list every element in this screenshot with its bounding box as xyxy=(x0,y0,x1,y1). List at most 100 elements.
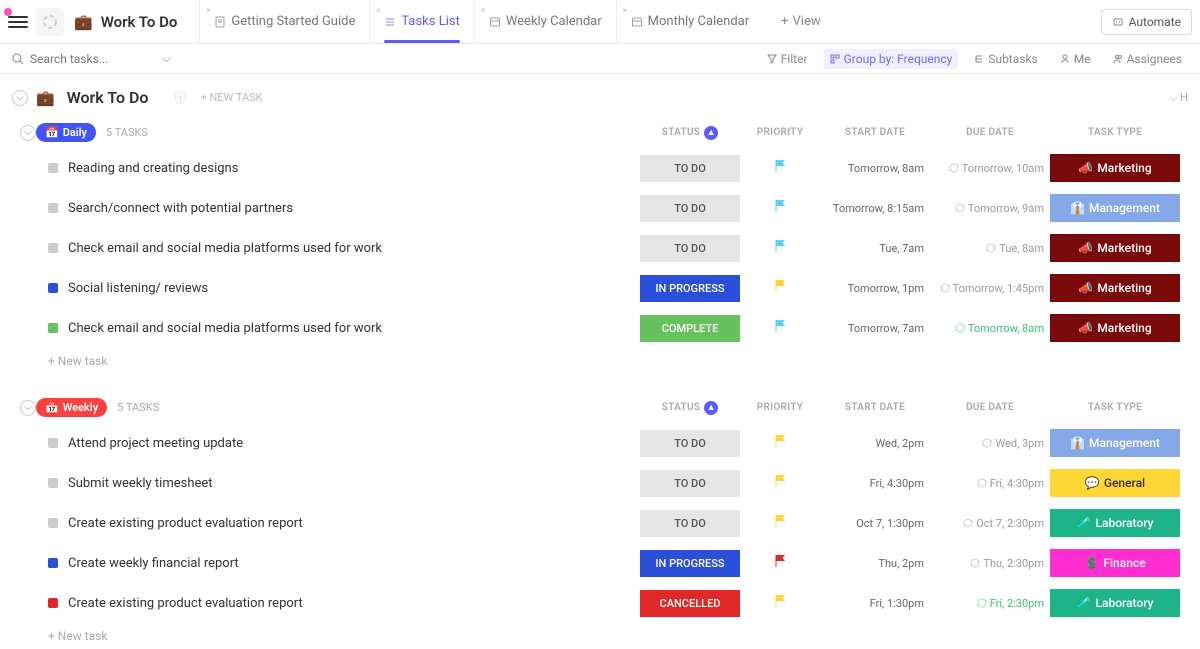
due-date-cell[interactable]: Tomorrow, 8am xyxy=(930,322,1050,335)
task-row[interactable]: Submit weekly timesheetTO DO Fri, 4:30pmF… xyxy=(0,463,1200,503)
task-type-cell[interactable]: 🧪Laboratory xyxy=(1050,589,1180,617)
add-task-button[interactable]: + New task xyxy=(0,348,1200,374)
start-date-cell[interactable]: Tomorrow, 1pm xyxy=(820,282,930,295)
collapse-all-button[interactable]: ⌵ xyxy=(12,90,28,106)
status-cell[interactable]: IN PROGRESS xyxy=(640,550,740,577)
collapse-group-button[interactable]: ⌵ xyxy=(20,125,36,141)
task-row[interactable]: Reading and creating designsTO DO Tomorro… xyxy=(0,148,1200,188)
priority-cell[interactable] xyxy=(740,594,820,612)
task-name[interactable]: Reading and creating designs xyxy=(68,161,640,176)
group-chip[interactable]: 📅Weekly xyxy=(36,398,107,417)
priority-cell[interactable] xyxy=(740,554,820,572)
due-date-cell[interactable]: Tomorrow, 9am xyxy=(930,202,1050,215)
automate-button[interactable]: Automate xyxy=(1101,9,1192,35)
task-name[interactable]: Create existing product evaluation repor… xyxy=(68,596,640,611)
task-type-cell[interactable]: 💬General xyxy=(1050,469,1180,497)
task-name[interactable]: Social listening/ reviews xyxy=(68,281,640,296)
task-name[interactable]: Create existing product evaluation repor… xyxy=(68,516,640,531)
priority-cell[interactable] xyxy=(740,159,820,177)
col-priority[interactable]: PRIORITY xyxy=(740,127,820,138)
task-type-cell[interactable]: 📣Marketing xyxy=(1050,314,1180,342)
me-button[interactable]: Me xyxy=(1054,49,1097,69)
priority-cell[interactable] xyxy=(740,199,820,217)
status-cell[interactable]: TO DO xyxy=(640,510,740,537)
col-type[interactable]: TASK TYPE xyxy=(1050,127,1180,138)
start-date-cell[interactable]: Thu, 2pm xyxy=(820,557,930,570)
col-start[interactable]: START DATE xyxy=(820,127,930,138)
new-task-button[interactable]: + NEW TASK xyxy=(200,91,262,104)
hide-column-button[interactable]: ⌵ H xyxy=(1169,91,1188,105)
collapse-group-button[interactable]: ⌵ xyxy=(20,400,36,416)
task-row[interactable]: Create existing product evaluation repor… xyxy=(0,583,1200,623)
start-date-cell[interactable]: Oct 7, 1:30pm xyxy=(820,517,930,530)
task-type-cell[interactable]: 👔Management xyxy=(1050,194,1180,222)
due-date-cell[interactable]: Oct 7, 2:30pm xyxy=(930,517,1050,530)
due-date-cell[interactable]: Wed, 3pm xyxy=(930,437,1050,450)
col-type[interactable]: TASK TYPE xyxy=(1050,402,1180,413)
col-due[interactable]: DUE DATE xyxy=(930,127,1050,138)
start-date-cell[interactable]: Fri, 4:30pm xyxy=(820,477,930,490)
filter-button[interactable]: Filter xyxy=(761,49,814,69)
assignees-button[interactable]: Assignees xyxy=(1107,49,1188,69)
start-date-cell[interactable]: Tomorrow, 8:15am xyxy=(820,202,930,215)
status-cell[interactable]: TO DO xyxy=(640,430,740,457)
task-type-cell[interactable]: 💲Finance xyxy=(1050,549,1180,577)
priority-cell[interactable] xyxy=(740,319,820,337)
start-date-cell[interactable]: Tue, 7am xyxy=(820,242,930,255)
priority-cell[interactable] xyxy=(740,474,820,492)
start-date-cell[interactable]: Fri, 1:30pm xyxy=(820,597,930,610)
subtasks-button[interactable]: Subtasks xyxy=(968,49,1043,69)
search-input[interactable] xyxy=(30,52,150,66)
priority-cell[interactable] xyxy=(740,434,820,452)
col-priority[interactable]: PRIORITY xyxy=(740,402,820,413)
tab-monthly-calendar[interactable]: ×Monthly Calendar xyxy=(616,0,763,43)
tab-getting-started-guide[interactable]: ×Getting Started Guide xyxy=(199,0,369,43)
task-row[interactable]: Search/connect with potential partnersTO… xyxy=(0,188,1200,228)
task-row[interactable]: Attend project meeting updateTO DO Wed, 2… xyxy=(0,423,1200,463)
start-date-cell[interactable]: Tomorrow, 8am xyxy=(820,162,930,175)
status-cell[interactable]: COMPLETE xyxy=(640,315,740,342)
status-cell[interactable]: TO DO xyxy=(640,470,740,497)
due-date-cell[interactable]: Fri, 4:30pm xyxy=(930,477,1050,490)
menu-button[interactable] xyxy=(8,12,28,32)
group-chip[interactable]: 📅Daily xyxy=(36,123,96,142)
task-type-cell[interactable]: 📣Marketing xyxy=(1050,154,1180,182)
task-type-cell[interactable]: 🧪Laboratory xyxy=(1050,509,1180,537)
chevron-down-icon[interactable]: ⌵ xyxy=(162,51,171,66)
task-type-cell[interactable]: 📣Marketing xyxy=(1050,274,1180,302)
info-icon[interactable]: ⓘ xyxy=(174,89,186,106)
task-type-cell[interactable]: 👔Management xyxy=(1050,429,1180,457)
add-view-button[interactable]: + View xyxy=(767,14,835,29)
task-row[interactable]: Create weekly financial reportIN PROGRES… xyxy=(0,543,1200,583)
col-start[interactable]: START DATE xyxy=(820,402,930,413)
status-cell[interactable]: TO DO xyxy=(640,195,740,222)
task-name[interactable]: Search/connect with potential partners xyxy=(68,201,640,216)
start-date-cell[interactable]: Wed, 2pm xyxy=(820,437,930,450)
due-date-cell[interactable]: Thu, 2:30pm xyxy=(930,557,1050,570)
task-row[interactable]: Create existing product evaluation repor… xyxy=(0,503,1200,543)
status-cell[interactable]: IN PROGRESS xyxy=(640,275,740,302)
task-row[interactable]: Check email and social media platforms u… xyxy=(0,308,1200,348)
status-cell[interactable]: TO DO xyxy=(640,235,740,262)
col-due[interactable]: DUE DATE xyxy=(930,402,1050,413)
task-name[interactable]: Check email and social media platforms u… xyxy=(68,321,640,336)
add-task-button[interactable]: + New task xyxy=(0,623,1200,649)
status-cell[interactable]: CANCELLED xyxy=(640,590,740,617)
priority-cell[interactable] xyxy=(740,514,820,532)
groupby-button[interactable]: Group by: Frequency xyxy=(824,49,959,69)
due-date-cell[interactable]: Tomorrow, 1:45pm xyxy=(930,282,1050,295)
status-cell[interactable]: TO DO xyxy=(640,155,740,182)
task-name[interactable]: Attend project meeting update xyxy=(68,436,640,451)
col-status[interactable]: STATUS ▲ xyxy=(640,126,740,140)
priority-cell[interactable] xyxy=(740,279,820,297)
priority-cell[interactable] xyxy=(740,239,820,257)
due-date-cell[interactable]: Fri, 2:30pm xyxy=(930,597,1050,610)
start-date-cell[interactable]: Tomorrow, 7am xyxy=(820,322,930,335)
task-name[interactable]: Check email and social media platforms u… xyxy=(68,241,640,256)
task-type-cell[interactable]: 📣Marketing xyxy=(1050,234,1180,262)
task-name[interactable]: Submit weekly timesheet xyxy=(68,476,640,491)
tab-tasks-list[interactable]: ×Tasks List xyxy=(369,0,473,43)
task-row[interactable]: Social listening/ reviewsIN PROGRESS Tomo… xyxy=(0,268,1200,308)
due-date-cell[interactable]: Tomorrow, 10am xyxy=(930,162,1050,175)
task-row[interactable]: Check email and social media platforms u… xyxy=(0,228,1200,268)
